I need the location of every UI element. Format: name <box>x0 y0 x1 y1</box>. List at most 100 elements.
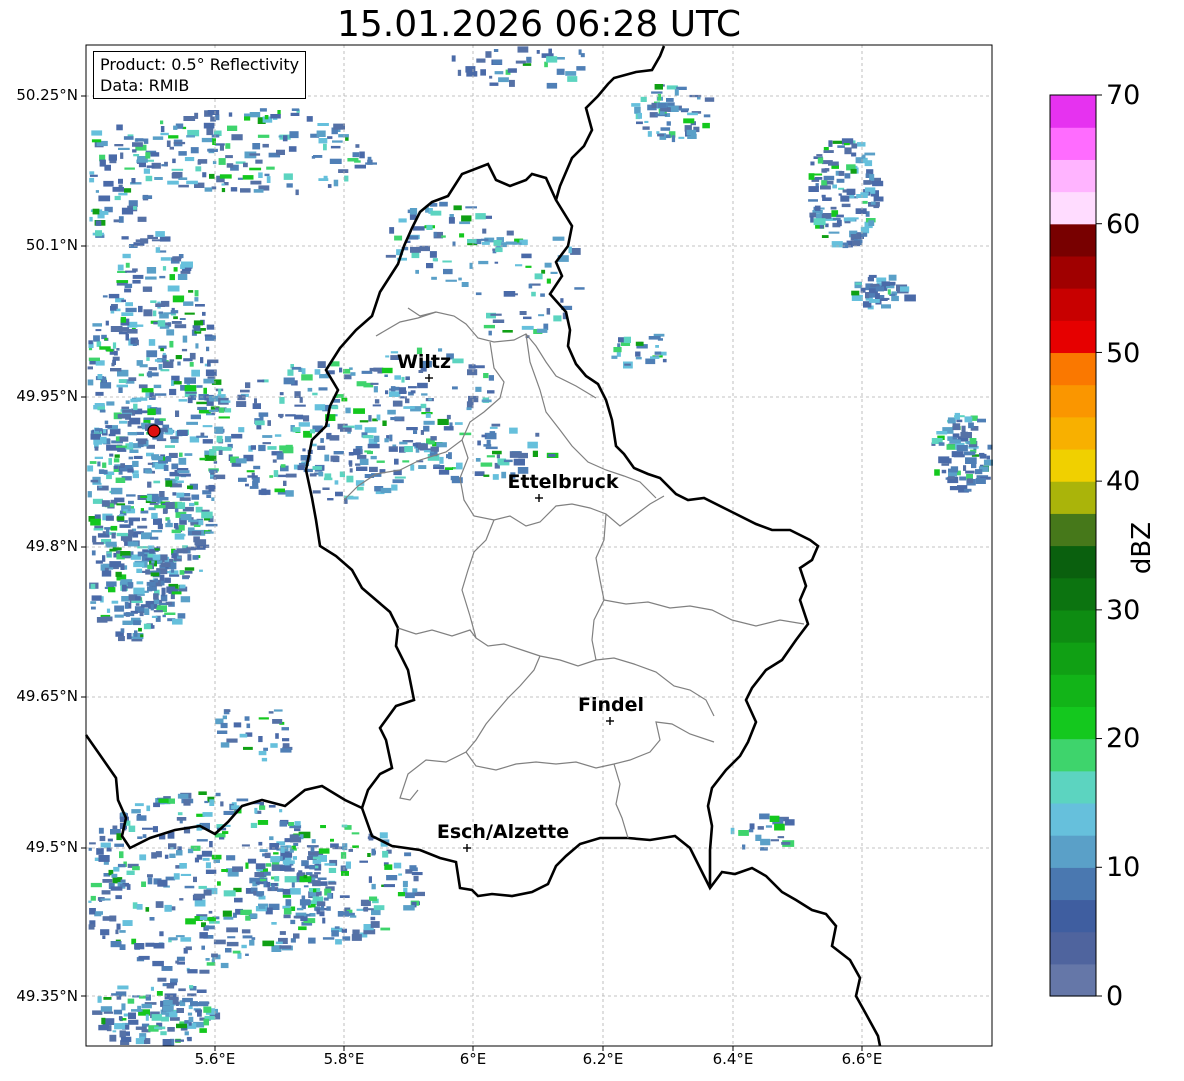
echo-pixel <box>292 427 301 433</box>
echo-pixel <box>283 173 293 180</box>
echo-pixel <box>114 1023 126 1030</box>
echo-pixel <box>194 539 207 546</box>
echo-pixel <box>492 474 499 480</box>
echo-pixel <box>199 569 203 572</box>
echo-pixel <box>683 118 695 124</box>
echo-pixel <box>544 262 552 268</box>
echo-pixel <box>241 944 247 949</box>
echo-pixel <box>176 468 189 471</box>
echo-pixel <box>770 839 779 842</box>
echo-pixel <box>290 112 300 116</box>
echo-pixel <box>837 145 845 148</box>
echo-pixel <box>147 564 153 570</box>
echo-pixel <box>110 368 122 372</box>
echo-pixel <box>171 173 180 179</box>
echo-pixel <box>122 253 131 259</box>
echo-pixel <box>138 384 148 389</box>
colorbar-label: dBZ <box>1127 521 1157 575</box>
echo-pixel <box>193 893 206 899</box>
echo-pixel <box>106 608 111 613</box>
echo-pixel <box>389 434 393 442</box>
echo-pixel <box>303 885 309 888</box>
echo-pixel <box>541 269 546 274</box>
echo-pixel <box>113 458 120 463</box>
echo-pixel <box>255 159 263 164</box>
echo-pixel <box>186 421 198 425</box>
echo-pixel <box>316 908 320 915</box>
colorbar-segment <box>1050 899 1096 933</box>
echo-pixel <box>860 287 866 293</box>
echo-pixel <box>195 166 202 172</box>
echo-pixel <box>394 476 406 479</box>
echo-pixel <box>98 485 103 488</box>
echo-pixel <box>386 875 398 881</box>
echo-pixel <box>160 126 165 133</box>
echo-pixel <box>777 836 785 839</box>
echo-pixel <box>494 261 499 264</box>
echo-pixel <box>201 137 214 143</box>
echo-pixel <box>402 880 408 887</box>
echo-pixel <box>137 836 143 839</box>
echo-pixel <box>199 932 208 939</box>
echo-pixel <box>209 799 215 806</box>
echo-pixel <box>110 326 123 332</box>
echo-pixel <box>170 436 179 440</box>
colorbar-tick: 20 <box>1106 723 1141 754</box>
echo-pixel <box>420 403 427 409</box>
echo-pixel <box>116 996 122 1000</box>
echo-pixel <box>106 553 112 557</box>
echo-pixel <box>956 419 963 423</box>
echo-pixel <box>113 1009 123 1015</box>
echo-pixel <box>369 367 377 372</box>
echo-pixel <box>176 548 188 554</box>
echo-pixel <box>274 488 285 493</box>
echo-pixel <box>179 820 183 824</box>
echo-pixel <box>323 175 328 180</box>
echo-pixel <box>316 901 326 907</box>
echo-pixel <box>134 630 138 637</box>
city-marker <box>535 494 543 502</box>
echo-pixel <box>301 368 306 375</box>
echo-pixel <box>178 473 191 477</box>
echo-pixel <box>405 376 410 380</box>
echo-pixel <box>151 530 163 533</box>
echo-pixel <box>226 163 234 168</box>
echo-pixel <box>125 270 137 273</box>
echo-pixel <box>105 515 114 521</box>
echo-pixel <box>279 821 288 827</box>
echo-pixel <box>125 333 129 341</box>
lon-tick-label: 6.6°E <box>841 1050 883 1068</box>
echo-pixel <box>247 858 257 864</box>
echo-pixel <box>262 442 271 445</box>
echo-pixel <box>106 401 115 406</box>
echo-pixel <box>307 387 313 392</box>
echo-pixel <box>175 935 185 938</box>
echo-pixel <box>359 420 369 423</box>
echo-pixel <box>108 587 116 593</box>
echo-pixel <box>828 231 840 234</box>
map-frame <box>85 44 993 1047</box>
echo-pixel <box>177 429 188 436</box>
echo-pixel <box>201 511 213 519</box>
echo-pixel <box>384 438 389 443</box>
echo-pixel <box>412 888 418 893</box>
echo-pixel <box>312 392 318 396</box>
echo-pixel <box>430 446 439 452</box>
echo-pixel <box>218 158 226 165</box>
echo-pixel <box>101 1017 106 1025</box>
colorbar-segment <box>1050 159 1096 193</box>
echo-pixel <box>161 592 165 597</box>
echo-pixel <box>298 422 310 427</box>
echo-pixel <box>240 188 251 193</box>
echo-pixel <box>279 397 285 404</box>
echo-pixel <box>98 827 104 834</box>
echo-pixel <box>120 463 125 468</box>
echo-pixel <box>101 500 110 507</box>
echo-pixel <box>965 470 975 474</box>
echo-pixel <box>177 274 188 280</box>
echo-pixel <box>481 238 489 241</box>
echo-pixel <box>147 553 154 558</box>
echo-pixel <box>190 147 199 154</box>
echo-pixel <box>186 180 198 185</box>
echo-pixel <box>381 367 393 374</box>
